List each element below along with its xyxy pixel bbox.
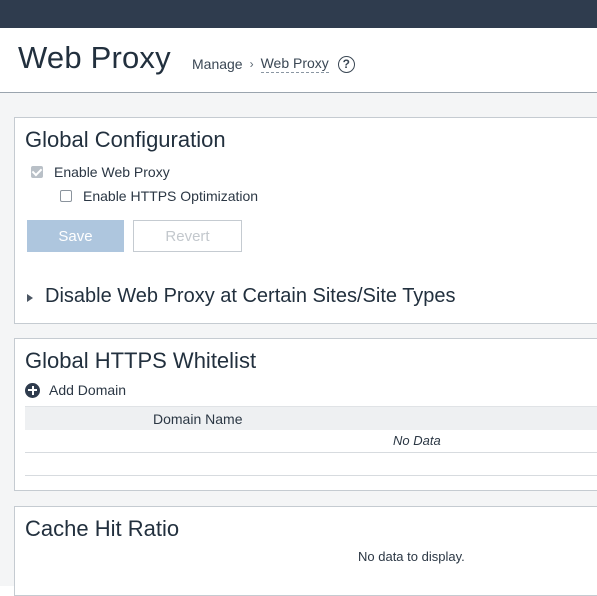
breadcrumb: Manage › Web Proxy ?	[192, 55, 355, 73]
enable-https-optimization-row[interactable]: Enable HTTPS Optimization	[60, 188, 258, 204]
revert-button[interactable]: Revert	[133, 220, 242, 252]
add-domain-button[interactable]: Add Domain	[25, 382, 126, 398]
enable-https-optimization-checkbox[interactable]	[60, 190, 72, 202]
domain-table: Domain Name No Data	[25, 406, 597, 476]
enable-web-proxy-checkbox[interactable]	[31, 166, 43, 178]
table-empty-row: No Data	[25, 430, 597, 453]
top-nav-bar	[0, 0, 597, 28]
table-row	[25, 453, 597, 476]
cache-hit-ratio-title: Cache Hit Ratio	[25, 516, 180, 541]
enable-web-proxy-label: Enable Web Proxy	[54, 164, 170, 180]
add-domain-label: Add Domain	[49, 382, 127, 398]
save-button[interactable]: Save	[27, 220, 124, 252]
expand-triangle-icon	[27, 293, 33, 302]
global-configuration-title: Global Configuration	[25, 127, 226, 152]
plus-circle-icon	[25, 382, 40, 398]
no-data-text: No Data	[393, 433, 441, 448]
global-configuration-panel: Global Configuration Enable Web Proxy En…	[14, 117, 597, 324]
disable-web-proxy-sites-expander[interactable]: Disable Web Proxy at Certain Sites/Site …	[27, 285, 456, 308]
main-content: Global Configuration Enable Web Proxy En…	[0, 93, 597, 596]
table-header: Domain Name	[25, 406, 597, 430]
enable-https-optimization-label: Enable HTTPS Optimization	[83, 188, 259, 204]
disable-web-proxy-sites-label: Disable Web Proxy at Certain Sites/Site …	[45, 285, 456, 307]
page-header: Web Proxy Manage › Web Proxy ?	[0, 28, 597, 93]
cache-hit-ratio-panel: Cache Hit Ratio No data to display.	[14, 506, 597, 596]
page-title: Web Proxy	[18, 40, 171, 75]
breadcrumb-current[interactable]: Web Proxy	[260, 55, 329, 73]
enable-web-proxy-row[interactable]: Enable Web Proxy	[31, 164, 170, 180]
cache-no-data-text: No data to display.	[358, 549, 465, 564]
global-https-whitelist-title: Global HTTPS Whitelist	[25, 348, 257, 373]
breadcrumb-manage[interactable]: Manage	[192, 56, 243, 72]
help-icon[interactable]: ?	[337, 55, 355, 73]
domain-name-column-header[interactable]: Domain Name	[153, 411, 242, 427]
global-https-whitelist-panel: Global HTTPS Whitelist Add Domain Domain…	[14, 338, 597, 491]
breadcrumb-separator: ›	[249, 57, 254, 71]
